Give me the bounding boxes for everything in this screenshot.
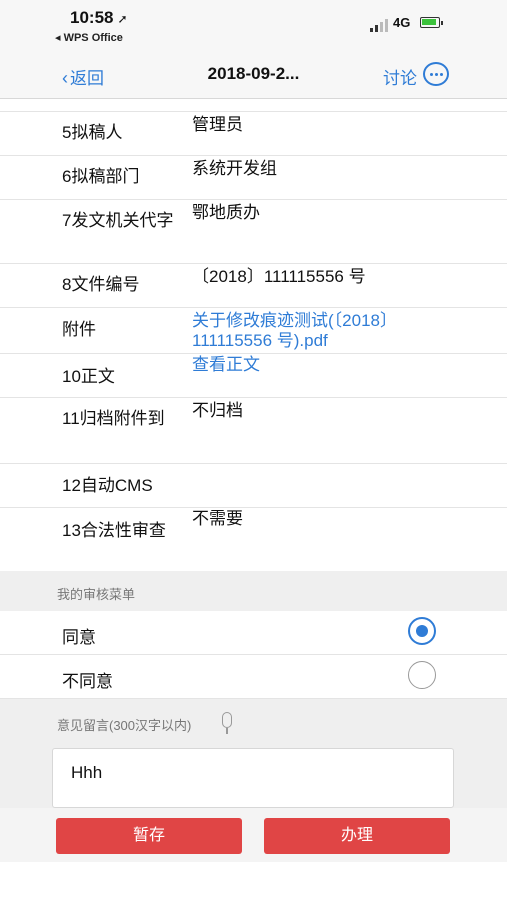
- form-row-archive: 11归档附件到 不归档: [0, 397, 507, 464]
- comment-section-title: 意见留言(300汉字以内): [57, 718, 192, 733]
- option-agree[interactable]: 同意: [0, 611, 507, 655]
- microphone-stand: [226, 728, 228, 734]
- field-label: 11归档附件到: [62, 409, 165, 428]
- back-to-app-link[interactable]: ◂ WPS Office: [55, 31, 123, 44]
- battery-icon: [420, 17, 443, 28]
- field-label: 6拟稿部门: [62, 167, 140, 186]
- field-label: 8文件编号: [62, 275, 140, 294]
- form-row-body: 10正文 查看正文: [0, 353, 507, 398]
- form-row-attachment: 附件 关于修改痕迹测试(〔2018〕111115556 号).pdf: [0, 307, 507, 354]
- signal-strength-icon: [370, 18, 390, 32]
- back-button[interactable]: ‹ 返回: [62, 64, 104, 89]
- view-body-link[interactable]: 查看正文: [192, 355, 432, 375]
- radio-selected-icon[interactable]: [408, 617, 436, 645]
- chevron-left-icon: ‹: [62, 68, 68, 88]
- microphone-icon[interactable]: [222, 712, 232, 728]
- chat-bubble-icon[interactable]: [423, 62, 449, 86]
- discuss-button[interactable]: 讨论: [383, 64, 417, 89]
- status-time: 10:58 ➚: [70, 8, 128, 28]
- option-label: 同意: [62, 628, 96, 647]
- status-bar: 10:58 ➚ ◂ WPS Office 4G: [0, 0, 507, 52]
- field-value: 管理员: [192, 115, 243, 134]
- form-row-drafter: 5拟稿人 管理员: [0, 111, 507, 156]
- field-label: 7发文机关代字: [62, 211, 174, 230]
- location-arrow-icon: ➚: [117, 12, 128, 26]
- save-draft-button[interactable]: 暂存: [56, 818, 242, 854]
- attachment-link[interactable]: 关于修改痕迹测试(〔2018〕111115556 号).pdf: [192, 311, 432, 351]
- field-value: 鄂地质办: [192, 203, 260, 222]
- review-section-title: 我的审核菜单: [57, 587, 136, 602]
- option-disagree[interactable]: 不同意: [0, 655, 507, 699]
- field-value: 不需要: [192, 509, 243, 528]
- field-value: 系统开发组: [192, 159, 277, 178]
- option-label: 不同意: [62, 672, 113, 691]
- field-label: 5拟稿人: [62, 123, 123, 142]
- network-type: 4G: [393, 15, 411, 30]
- field-value: 不归档: [192, 401, 243, 420]
- form-row-file-number: 8文件编号 〔2018〕111115556 号: [0, 263, 507, 308]
- field-value: 〔2018〕111115556 号: [192, 267, 366, 286]
- field-label: 13合法性审查: [62, 521, 166, 540]
- form-row-issuer-code: 7发文机关代字 鄂地质办: [0, 199, 507, 264]
- form-row-department: 6拟稿部门 系统开发组: [0, 155, 507, 200]
- field-label: 附件: [62, 320, 96, 339]
- comment-textarea[interactable]: Hhh: [52, 748, 454, 808]
- form-row-legality: 13合法性审查 不需要: [0, 507, 507, 571]
- process-button[interactable]: 办理: [264, 818, 450, 854]
- radio-unselected-icon[interactable]: [408, 661, 436, 689]
- status-time-text: 10:58: [70, 8, 114, 27]
- form-row-cms: 12自动CMS: [0, 463, 507, 508]
- field-label: 12自动CMS: [62, 476, 153, 495]
- field-label: 10正文: [62, 367, 115, 386]
- back-button-label: 返回: [70, 69, 104, 88]
- review-section-header: 我的审核菜单: [0, 571, 507, 611]
- navigation-bar: 2018-09-2... ‹ 返回 讨论: [0, 52, 507, 99]
